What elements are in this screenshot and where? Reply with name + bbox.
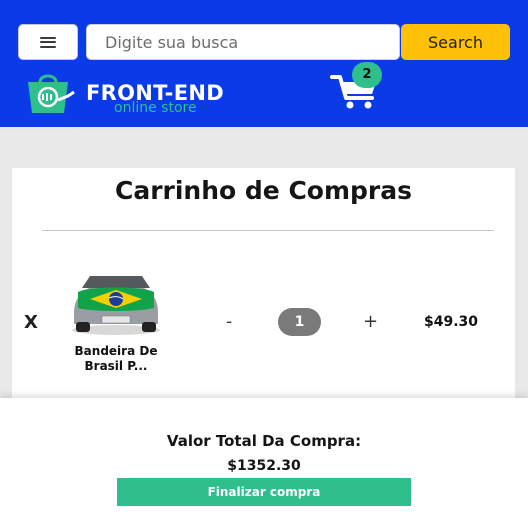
order-summary: Valor Total Da Compra: $1352.30 Finaliza…	[0, 398, 528, 528]
divider	[42, 230, 494, 231]
product-name-line-1: Bandeira De	[74, 344, 158, 358]
cart-count-badge: 2	[352, 62, 382, 88]
cart-panel: Carrinho de Compras X Bandeira De Brasil…	[12, 168, 515, 413]
product-name[interactable]: Bandeira De Brasil P...	[58, 344, 174, 374]
page-title: Carrinho de Compras	[114, 176, 413, 205]
product-image	[72, 276, 160, 335]
brand-subtitle: online store	[114, 100, 197, 116]
total-label: Valor Total Da Compra:	[166, 432, 362, 450]
increment-quantity-button[interactable]: +	[363, 311, 378, 332]
checkout-button[interactable]: Finalizar compra	[117, 478, 411, 506]
top-header: Search FRONT-END online store 2	[0, 0, 528, 127]
item-price: $49.30	[424, 314, 479, 330]
decrement-quantity-button[interactable]: -	[226, 312, 232, 332]
remove-item-button[interactable]: X	[24, 312, 38, 333]
hamburger-icon	[40, 36, 56, 48]
store-logo[interactable]: FRONT-END online store	[24, 72, 274, 116]
search-button[interactable]: Search	[401, 24, 510, 60]
quantity-badge: 1	[278, 308, 321, 336]
cart-item-row: X Bandeira De Brasil P... - 1 + $49.30	[12, 260, 515, 380]
product-name-line-2: Brasil P...	[84, 359, 148, 373]
cart-button[interactable]: 2	[330, 62, 400, 112]
search-input[interactable]	[86, 24, 400, 60]
total-value: $1352.30	[227, 458, 301, 474]
menu-button[interactable]	[18, 24, 78, 60]
shopping-bag-icon	[28, 74, 75, 113]
